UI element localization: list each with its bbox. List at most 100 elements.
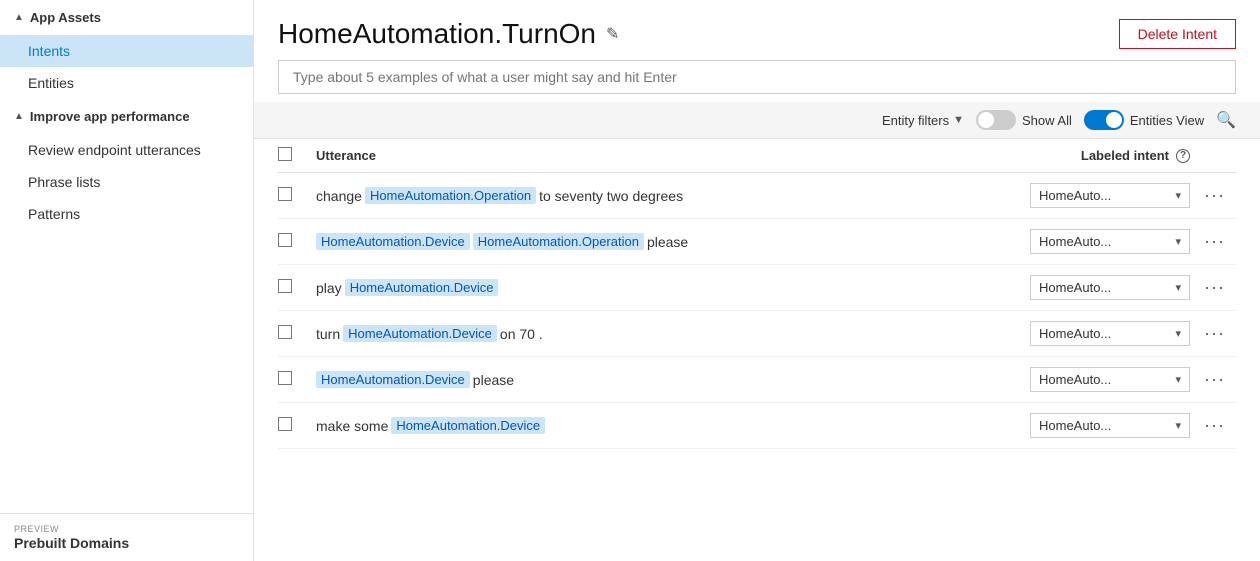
row-actions-col: ··· <box>1200 231 1236 252</box>
delete-intent-button[interactable]: Delete Intent <box>1119 19 1236 49</box>
show-all-label: Show All <box>1022 113 1072 128</box>
sidebar-section-app-assets[interactable]: ▲ App Assets <box>0 0 253 35</box>
entity-filters-button[interactable]: Entity filters ▼ <box>882 113 964 128</box>
more-options-button[interactable]: ··· <box>1200 323 1229 344</box>
entities-view-label: Entities View <box>1130 113 1204 128</box>
more-options-button[interactable]: ··· <box>1200 415 1229 436</box>
intent-value: HomeAuto... <box>1039 188 1111 203</box>
row-intent-col: HomeAuto...▾ <box>990 183 1190 208</box>
entity-tag[interactable]: HomeAutomation.Device <box>316 371 470 388</box>
intent-select[interactable]: HomeAuto... ▾ <box>1030 367 1190 392</box>
utterance-text: HomeAutomation.Deviceplease <box>316 371 980 388</box>
table-row: changeHomeAutomation.Operationto seventy… <box>278 173 1236 219</box>
intent-title: HomeAutomation.TurnOn <box>278 18 596 50</box>
row-checkbox[interactable] <box>278 371 292 385</box>
utterance-search-input[interactable] <box>278 60 1236 94</box>
row-checkbox[interactable] <box>278 279 292 293</box>
show-all-toggle-group: Show All <box>976 110 1072 130</box>
search-icon-button[interactable]: 🔍 <box>1216 110 1236 130</box>
utterance-text: changeHomeAutomation.Operationto seventy… <box>316 187 980 204</box>
sidebar-item-entities[interactable]: Entities <box>0 67 253 99</box>
chevron-down-icon: ▾ <box>1175 235 1181 248</box>
header-intent: Labeled intent ? <box>990 148 1190 163</box>
entity-tag[interactable]: HomeAutomation.Operation <box>473 233 644 250</box>
table-row: make someHomeAutomation.Device HomeAuto..… <box>278 403 1236 449</box>
sidebar-item-phrase-lists[interactable]: Phrase lists <box>0 166 253 198</box>
entity-tag[interactable]: HomeAutomation.Device <box>391 417 545 434</box>
sidebar-section-improve[interactable]: ▲ Improve app performance <box>0 99 253 134</box>
entity-tag[interactable]: HomeAutomation.Operation <box>365 187 536 204</box>
row-checkbox-col <box>278 325 306 342</box>
utterance-text: playHomeAutomation.Device <box>316 279 980 296</box>
chevron-down-icon: ▾ <box>1175 419 1181 432</box>
utterance-plain-text: make some <box>316 418 388 434</box>
intent-help-icon[interactable]: ? <box>1176 149 1190 163</box>
sidebar-item-patterns[interactable]: Patterns <box>0 198 253 230</box>
chevron-up-icon: ▲ <box>14 12 24 23</box>
intent-value: HomeAuto... <box>1039 372 1111 387</box>
row-checkbox-col <box>278 417 306 434</box>
row-checkbox[interactable] <box>278 233 292 247</box>
row-intent-col: HomeAuto...▾ <box>990 275 1190 300</box>
table-row: HomeAutomation.DeviceHomeAutomation.Oper… <box>278 219 1236 265</box>
utterance-plain-text: please <box>473 372 514 388</box>
chevron-down-icon: ▾ <box>1175 373 1181 386</box>
prebuilt-domains-label: Prebuilt Domains <box>14 535 129 551</box>
entity-tag[interactable]: HomeAutomation.Device <box>316 233 470 250</box>
table-header: Utterance Labeled intent ? <box>278 139 1236 173</box>
entity-filters-label: Entity filters <box>882 113 949 128</box>
intent-select[interactable]: HomeAuto...▾ <box>1030 183 1190 208</box>
utterance-plain-text: please <box>647 234 688 250</box>
main-header: HomeAutomation.TurnOn ✎ Delete Intent <box>254 0 1260 60</box>
intent-value: HomeAuto... <box>1039 326 1111 341</box>
intent-select[interactable]: HomeAuto...▾ <box>1030 413 1190 438</box>
table-row: turnHomeAutomation.Deviceon 70 .HomeAuto… <box>278 311 1236 357</box>
utterance-plain-text: turn <box>316 326 340 342</box>
utterance-rows-container: changeHomeAutomation.Operationto seventy… <box>278 173 1236 449</box>
sidebar-section-improve-label: Improve app performance <box>30 109 190 124</box>
row-intent-col: HomeAuto... ▾ <box>990 229 1190 254</box>
more-options-button[interactable]: ··· <box>1200 231 1229 252</box>
show-all-toggle[interactable] <box>976 110 1016 130</box>
intent-select[interactable]: HomeAuto...▾ <box>1030 275 1190 300</box>
preview-badge: PREVIEW <box>14 524 239 534</box>
more-options-button[interactable]: ··· <box>1200 185 1229 206</box>
header-checkbox[interactable] <box>278 147 292 161</box>
row-checkbox-col <box>278 233 306 250</box>
row-checkbox-col <box>278 187 306 204</box>
chevron-down-icon: ▼ <box>953 114 964 126</box>
chevron-down-icon: ▾ <box>1175 327 1181 340</box>
toolbar: Entity filters ▼ Show All Entities View … <box>254 102 1260 139</box>
chevron-up-icon-2: ▲ <box>14 111 24 122</box>
intent-select[interactable]: HomeAuto... ▾ <box>1030 321 1190 346</box>
intent-value: HomeAuto... <box>1039 234 1111 249</box>
utterances-table: Utterance Labeled intent ? changeHomeAut… <box>254 139 1260 561</box>
entities-view-toggle[interactable] <box>1084 110 1124 130</box>
sidebar: ▲ App Assets Intents Entities ▲ Improve … <box>0 0 254 561</box>
header-utterance: Utterance <box>316 148 980 163</box>
row-intent-col: HomeAuto... ▾ <box>990 321 1190 346</box>
row-checkbox[interactable] <box>278 187 292 201</box>
row-checkbox[interactable] <box>278 417 292 431</box>
sidebar-item-intents[interactable]: Intents <box>0 35 253 67</box>
utterance-plain-text: to seventy two degrees <box>539 188 683 204</box>
header-checkbox-col <box>278 147 306 164</box>
more-options-button[interactable]: ··· <box>1200 369 1229 390</box>
row-actions-col: ··· <box>1200 323 1236 344</box>
sidebar-item-review-endpoint[interactable]: Review endpoint utterances <box>0 134 253 166</box>
entity-tag[interactable]: HomeAutomation.Device <box>343 325 497 342</box>
intent-select[interactable]: HomeAuto... ▾ <box>1030 229 1190 254</box>
main-content: HomeAutomation.TurnOn ✎ Delete Intent En… <box>254 0 1260 561</box>
utterance-plain-text: change <box>316 188 362 204</box>
row-checkbox[interactable] <box>278 325 292 339</box>
entity-tag[interactable]: HomeAutomation.Device <box>345 279 499 296</box>
intent-value: HomeAuto... <box>1039 280 1111 295</box>
row-actions-col: ··· <box>1200 277 1236 298</box>
utterance-text: turnHomeAutomation.Deviceon 70 . <box>316 325 980 342</box>
edit-icon[interactable]: ✎ <box>606 24 619 44</box>
sidebar-prebuilt-domains[interactable]: PREVIEW Prebuilt Domains <box>0 513 253 561</box>
utterance-text: make someHomeAutomation.Device <box>316 417 980 434</box>
more-options-button[interactable]: ··· <box>1200 277 1229 298</box>
row-checkbox-col <box>278 279 306 296</box>
row-intent-col: HomeAuto...▾ <box>990 413 1190 438</box>
